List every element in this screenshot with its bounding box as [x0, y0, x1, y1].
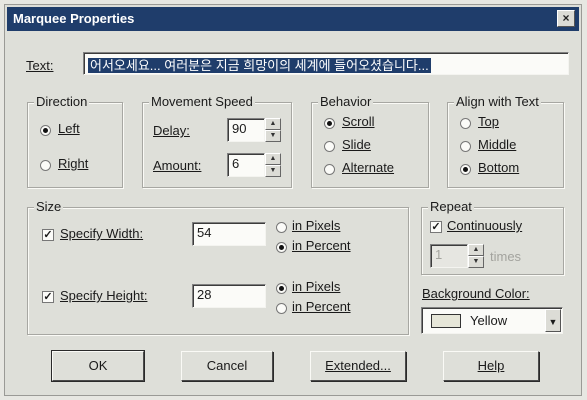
movement-speed-group: Movement Speed Delay: 90 ▲ ▼ Amount: 6 ▲…: [142, 94, 292, 188]
align-bottom-label[interactable]: Bottom: [478, 160, 519, 175]
marquee-text-input[interactable]: 어서오세요... 여러분은 지금 희망이의 세계에 들어오셨습니다...: [83, 52, 569, 75]
width-value: 54: [197, 225, 212, 240]
times-label: times: [490, 249, 522, 264]
repeat-count-spinner[interactable]: ▲ ▼: [468, 244, 484, 268]
align-legend: Align with Text: [454, 94, 541, 109]
amount-label: Amount:: [153, 158, 202, 173]
height-pixels-radio[interactable]: [276, 283, 287, 294]
align-bottom-radio[interactable]: [460, 164, 471, 175]
background-color-label: Background Color:: [422, 286, 530, 301]
behavior-alternate-label[interactable]: Alternate: [342, 160, 394, 175]
align-middle-label[interactable]: Middle: [478, 137, 516, 152]
text-label: Text:: [26, 58, 53, 73]
delay-spinner[interactable]: ▲ ▼: [265, 118, 281, 142]
align-with-text-group: Align with Text Top Middle Bottom: [447, 94, 564, 188]
align-top-label[interactable]: Top: [478, 114, 499, 129]
close-icon: ×: [562, 11, 570, 25]
close-button[interactable]: ×: [557, 10, 575, 27]
behavior-alternate-radio[interactable]: [324, 164, 335, 175]
direction-left-radio[interactable]: [40, 125, 51, 136]
movement-speed-legend: Movement Speed: [149, 94, 255, 109]
delay-input[interactable]: 90: [227, 118, 265, 142]
amount-down-icon[interactable]: ▼: [265, 165, 281, 177]
direction-legend: Direction: [34, 94, 90, 109]
align-top-radio[interactable]: [460, 118, 471, 129]
specify-width-checkbox[interactable]: ✓: [42, 229, 54, 241]
help-button[interactable]: Help: [443, 351, 539, 381]
height-percent-radio[interactable]: [276, 303, 287, 314]
cancel-button[interactable]: Cancel: [181, 351, 273, 381]
height-value: 28: [197, 287, 212, 302]
size-group: Size ✓ Specify Width: 54 in Pixels in Pe…: [27, 199, 409, 335]
repeat-legend: Repeat: [428, 199, 474, 214]
repeat-group: Repeat ✓ Continuously 1 ▲ ▼ times: [421, 199, 564, 275]
color-swatch: [431, 314, 461, 328]
specify-width-label[interactable]: Specify Width:: [60, 226, 143, 241]
width-input[interactable]: 54: [192, 222, 266, 246]
behavior-scroll-label[interactable]: Scroll: [342, 114, 375, 129]
repeat-count-input[interactable]: 1: [430, 244, 468, 268]
delay-down-icon[interactable]: ▼: [265, 130, 281, 142]
window-title: Marquee Properties: [13, 11, 135, 26]
background-color-select[interactable]: Yellow ▼: [421, 307, 563, 334]
width-pixels-label[interactable]: in Pixels: [292, 218, 340, 233]
continuously-checkbox[interactable]: ✓: [430, 221, 442, 233]
direction-right-radio[interactable]: [40, 160, 51, 171]
continuously-label[interactable]: Continuously: [447, 218, 522, 233]
text-label-text: Text:: [26, 58, 54, 73]
background-color-value: Yellow: [470, 313, 508, 328]
repeat-count-value: 1: [435, 247, 443, 262]
width-percent-label[interactable]: in Percent: [292, 238, 351, 253]
direction-left-label[interactable]: Left: [58, 121, 80, 136]
width-pixels-radio[interactable]: [276, 222, 287, 233]
marquee-properties-dialog: Marquee Properties × Text: 어서오세요... 여러분은…: [4, 4, 582, 396]
delay-value: 90: [232, 121, 247, 136]
delay-up-icon[interactable]: ▲: [265, 118, 281, 130]
amount-up-icon[interactable]: ▲: [265, 153, 281, 165]
behavior-legend: Behavior: [318, 94, 374, 109]
behavior-group: Behavior Scroll Slide Alternate: [311, 94, 429, 188]
amount-input[interactable]: 6: [227, 153, 265, 177]
repeat-down-icon[interactable]: ▼: [468, 256, 484, 268]
ok-button[interactable]: OK: [51, 350, 145, 382]
title-bar[interactable]: Marquee Properties ×: [7, 7, 579, 31]
extended-button[interactable]: Extended...: [310, 351, 406, 381]
height-input[interactable]: 28: [192, 284, 266, 308]
behavior-slide-radio[interactable]: [324, 141, 335, 152]
behavior-slide-label[interactable]: Slide: [342, 137, 371, 152]
direction-group: Direction Left Right: [27, 94, 123, 188]
height-percent-label[interactable]: in Percent: [292, 299, 351, 314]
direction-right-label[interactable]: Right: [58, 156, 88, 171]
marquee-text-value: 어서오세요... 여러분은 지금 희망이의 세계에 들어오셨습니다...: [88, 58, 431, 73]
delay-label: Delay:: [153, 123, 190, 138]
specify-height-checkbox[interactable]: ✓: [42, 291, 54, 303]
width-percent-radio[interactable]: [276, 242, 287, 253]
specify-height-label[interactable]: Specify Height:: [60, 288, 147, 303]
amount-spinner[interactable]: ▲ ▼: [265, 153, 281, 177]
behavior-scroll-radio[interactable]: [324, 118, 335, 129]
height-pixels-label[interactable]: in Pixels: [292, 279, 340, 294]
size-legend: Size: [34, 199, 64, 214]
align-middle-radio[interactable]: [460, 141, 471, 152]
repeat-up-icon[interactable]: ▲: [468, 244, 484, 256]
amount-value: 6: [232, 156, 240, 171]
chevron-down-icon[interactable]: ▼: [545, 309, 561, 332]
